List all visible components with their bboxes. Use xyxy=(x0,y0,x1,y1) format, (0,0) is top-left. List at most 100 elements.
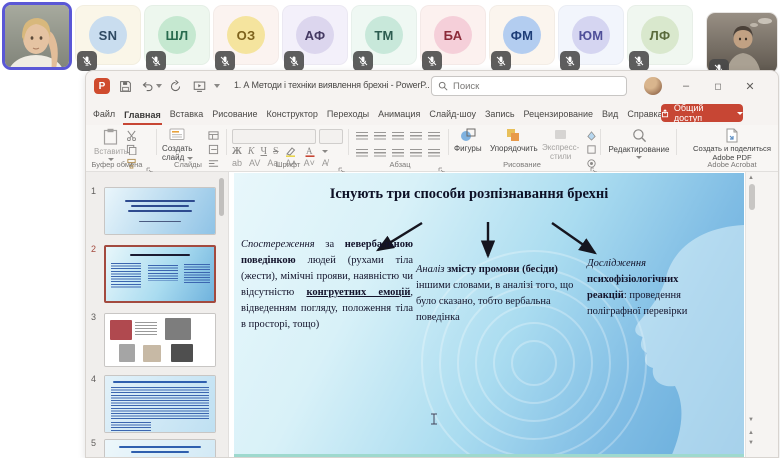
participant-tile[interactable]: ШЛ xyxy=(144,5,210,71)
slide-text-middle[interactable]: Аналіз змісту промови (бесіди) іншими сл… xyxy=(416,262,584,326)
slide-bottom-strip xyxy=(234,454,744,457)
scroll-down-icon[interactable]: ▼ xyxy=(748,417,754,423)
tab-design[interactable]: Конструктор xyxy=(266,109,319,125)
underline-button[interactable]: Ч xyxy=(261,146,268,157)
tab-home[interactable]: Главная xyxy=(123,110,162,125)
tab-help[interactable]: Справка xyxy=(626,109,663,125)
close-button[interactable]: ✕ xyxy=(735,71,765,101)
mic-muted-icon xyxy=(215,51,235,71)
columns-icon[interactable] xyxy=(428,149,440,158)
webcam-tile-right[interactable] xyxy=(706,12,778,74)
slide-thumbnail-3[interactable] xyxy=(104,313,216,367)
tab-transitions[interactable]: Переходы xyxy=(326,109,370,125)
dialog-launcher-icon[interactable] xyxy=(590,161,597,174)
participant-tile[interactable]: ЛФ xyxy=(627,5,693,71)
slide-number: 5 xyxy=(91,438,97,448)
undo-dropdown-icon[interactable] xyxy=(156,84,162,88)
slide-text-right[interactable]: Дослідження психофізіологічних реакцій: … xyxy=(587,256,711,320)
font-color-icon[interactable]: A xyxy=(304,146,316,157)
share-button[interactable]: Общий доступ xyxy=(661,103,743,123)
editing-button[interactable]: Редактирование xyxy=(606,128,672,160)
font-size-box[interactable] xyxy=(319,129,343,144)
slide-text-left[interactable]: Спостереження за невербальною поведінкою… xyxy=(241,237,413,333)
quick-access-dropdown-icon[interactable] xyxy=(214,84,220,88)
main-scrollbar-area: ▲ ▼ ▲ ▼ xyxy=(745,172,778,457)
participant-initials: БА xyxy=(434,16,472,54)
participant-tile[interactable]: ТМ xyxy=(351,5,417,71)
align-right-icon[interactable] xyxy=(392,149,404,158)
webcam-tile-active-speaker[interactable] xyxy=(2,2,72,70)
new-slide-button[interactable]: Создать слайд xyxy=(162,128,193,162)
tab-slideshow[interactable]: Слайд-шоу xyxy=(428,109,477,125)
participant-tile[interactable]: ОЗ xyxy=(213,5,279,71)
redo-icon[interactable] xyxy=(168,79,183,94)
slide-canvas[interactable]: Існують три способи розпізнавання брехні… xyxy=(234,173,744,457)
justify-icon[interactable] xyxy=(410,149,422,158)
panel-scrollbar[interactable] xyxy=(219,178,224,216)
slide-number: 2 xyxy=(91,244,97,254)
slide-thumbnail-4[interactable] xyxy=(104,375,216,433)
reset-icon[interactable] xyxy=(208,144,219,155)
shapes-button[interactable]: Фигуры xyxy=(454,128,482,153)
slide-thumbnail-1[interactable] xyxy=(104,187,216,235)
font-name-box[interactable] xyxy=(232,129,316,144)
previous-slide-icon[interactable]: ▲ xyxy=(748,430,754,436)
participant-initials: АФ xyxy=(296,16,334,54)
italic-button[interactable]: К xyxy=(248,146,255,157)
cut-icon[interactable] xyxy=(126,130,137,141)
dialog-launcher-icon[interactable] xyxy=(146,161,153,174)
quick-styles-button[interactable]: Экспресс-стили xyxy=(542,128,579,161)
chevron-down-icon xyxy=(321,150,328,153)
search-icon xyxy=(438,81,448,91)
slide-thumbnail-2-selected[interactable] xyxy=(104,245,216,303)
powerpoint-logo-icon: P xyxy=(94,78,110,94)
search-input[interactable]: Поиск xyxy=(431,76,627,96)
copy-icon[interactable] xyxy=(126,144,137,155)
shape-fill-icon[interactable] xyxy=(586,130,597,141)
indent-decrease-icon[interactable] xyxy=(392,132,404,141)
shape-outline-icon[interactable] xyxy=(586,144,597,155)
undo-icon[interactable] xyxy=(140,79,155,94)
paste-button[interactable]: Вставить xyxy=(94,128,128,162)
participant-tile[interactable]: SN xyxy=(75,5,141,71)
layout-icon[interactable] xyxy=(208,130,219,141)
bold-button[interactable]: Ж xyxy=(232,146,242,157)
slide-thumbnails-panel: 1 2 3 4 5 xyxy=(86,172,229,457)
participant-tile[interactable]: ФМ xyxy=(489,5,555,71)
dialog-launcher-icon[interactable] xyxy=(438,161,445,174)
next-slide-icon[interactable]: ▼ xyxy=(748,440,754,446)
text-highlight-icon[interactable] xyxy=(285,146,298,157)
chevron-down-icon xyxy=(636,156,642,160)
numbering-icon[interactable] xyxy=(374,132,386,141)
participant-tile[interactable]: АФ xyxy=(282,5,348,71)
arrange-button[interactable]: Упорядочить xyxy=(490,128,538,153)
align-center-icon[interactable] xyxy=(374,149,386,158)
slide-thumbnail-5[interactable] xyxy=(104,439,216,457)
tab-draw[interactable]: Рисование xyxy=(211,109,258,125)
start-slideshow-icon[interactable] xyxy=(192,79,207,94)
save-icon[interactable] xyxy=(118,79,133,94)
scroll-up-icon[interactable]: ▲ xyxy=(748,175,754,181)
tab-file[interactable]: Файл xyxy=(92,109,116,125)
dialog-launcher-icon[interactable] xyxy=(338,161,345,174)
bullets-icon[interactable] xyxy=(356,132,368,141)
account-avatar[interactable] xyxy=(644,77,662,95)
tab-insert[interactable]: Вставка xyxy=(169,109,204,125)
align-left-icon[interactable] xyxy=(356,149,368,158)
indent-increase-icon[interactable] xyxy=(410,132,422,141)
scrollbar-thumb[interactable] xyxy=(749,184,755,210)
mic-muted-icon xyxy=(491,51,511,71)
strikethrough-button[interactable]: S xyxy=(273,146,279,157)
tab-view[interactable]: Вид xyxy=(601,109,619,125)
adobe-pdf-button[interactable]: Создать и поделиться Adobe PDF xyxy=(682,128,778,162)
tab-record[interactable]: Запись xyxy=(484,109,516,125)
participant-tile[interactable]: ЮМ xyxy=(558,5,624,71)
restore-button[interactable]: ◻ xyxy=(703,71,733,101)
tab-review[interactable]: Рецензирование xyxy=(523,109,595,125)
minimize-button[interactable]: – xyxy=(671,71,701,101)
tab-animations[interactable]: Анимация xyxy=(377,109,421,125)
line-spacing-icon[interactable] xyxy=(428,132,440,141)
mic-muted-icon xyxy=(77,51,97,71)
participant-tile[interactable]: БА xyxy=(420,5,486,71)
chevron-down-icon xyxy=(737,111,743,115)
